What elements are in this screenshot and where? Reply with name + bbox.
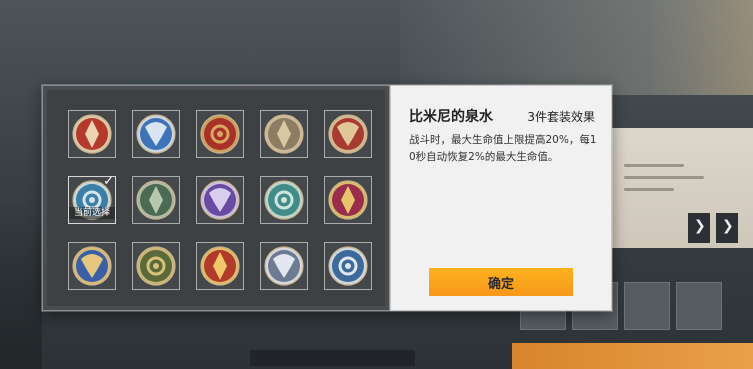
magenta-chalice-icon [328,180,368,220]
blue-gold-lotus-icon [72,246,112,286]
set-info-panel: 比米尼的泉水 3件套装效果 战斗时，最大生命值上限提高20%，每10秒自动恢复2… [390,85,612,311]
emblem-slot[interactable] [132,176,180,224]
purple-dragon-mask-icon [200,180,240,220]
emblem-slot[interactable] [196,242,244,290]
crossed-swords-shield-icon [264,114,304,154]
emblem-grid-panel: ✓ 当前选择 [42,85,390,311]
crimson-phoenix-crest-icon [72,114,112,154]
emblem-slot[interactable] [68,110,116,158]
emblem-slot[interactable] [68,242,116,290]
emblem-grid: ✓ 当前选择 [47,90,385,306]
emblem-slot[interactable] [324,242,372,290]
set-name: 比米尼的泉水 [409,109,493,125]
blue-wings-crest-icon [136,114,176,154]
check-icon: ✓ [103,174,114,189]
set-count-label: 3件套装效果 [527,110,595,124]
emblem-slot[interactable] [260,176,308,224]
confirm-button[interactable]: 确定 [429,268,573,296]
silver-trident-ring-icon [264,246,304,286]
emblem-slot[interactable] [132,110,180,158]
emblem-slot[interactable] [324,110,372,158]
current-selection-label: 当前选择 [69,207,115,219]
green-swirl-crown-icon [136,180,176,220]
red-sun-banner-icon [200,246,240,286]
red-gold-flame-crest-icon [200,114,240,154]
emblem-slot[interactable] [324,176,372,224]
emblem-slot[interactable]: ✓ 当前选择 [68,174,116,224]
emblem-slot[interactable] [260,110,308,158]
emblem-slot[interactable] [196,110,244,158]
emblem-slot[interactable] [132,242,180,290]
emblem-select-dialog: ✓ 当前选择 比米尼的泉水 3件套装效果 战斗时，最大生命值上限提高20%，每10… [42,85,612,311]
crimson-ornate-ring-icon [328,114,368,154]
emblem-slot[interactable] [260,242,308,290]
blue-colosseum-badge-icon [328,246,368,286]
emblem-slot[interactable] [196,176,244,224]
spartan-helmet-icon [136,246,176,286]
set-effect-description: 战斗时，最大生命值上限提高20%，每10秒自动恢复2%的最大生命值。 [409,134,597,163]
teal-infinity-knot-icon [264,180,304,220]
